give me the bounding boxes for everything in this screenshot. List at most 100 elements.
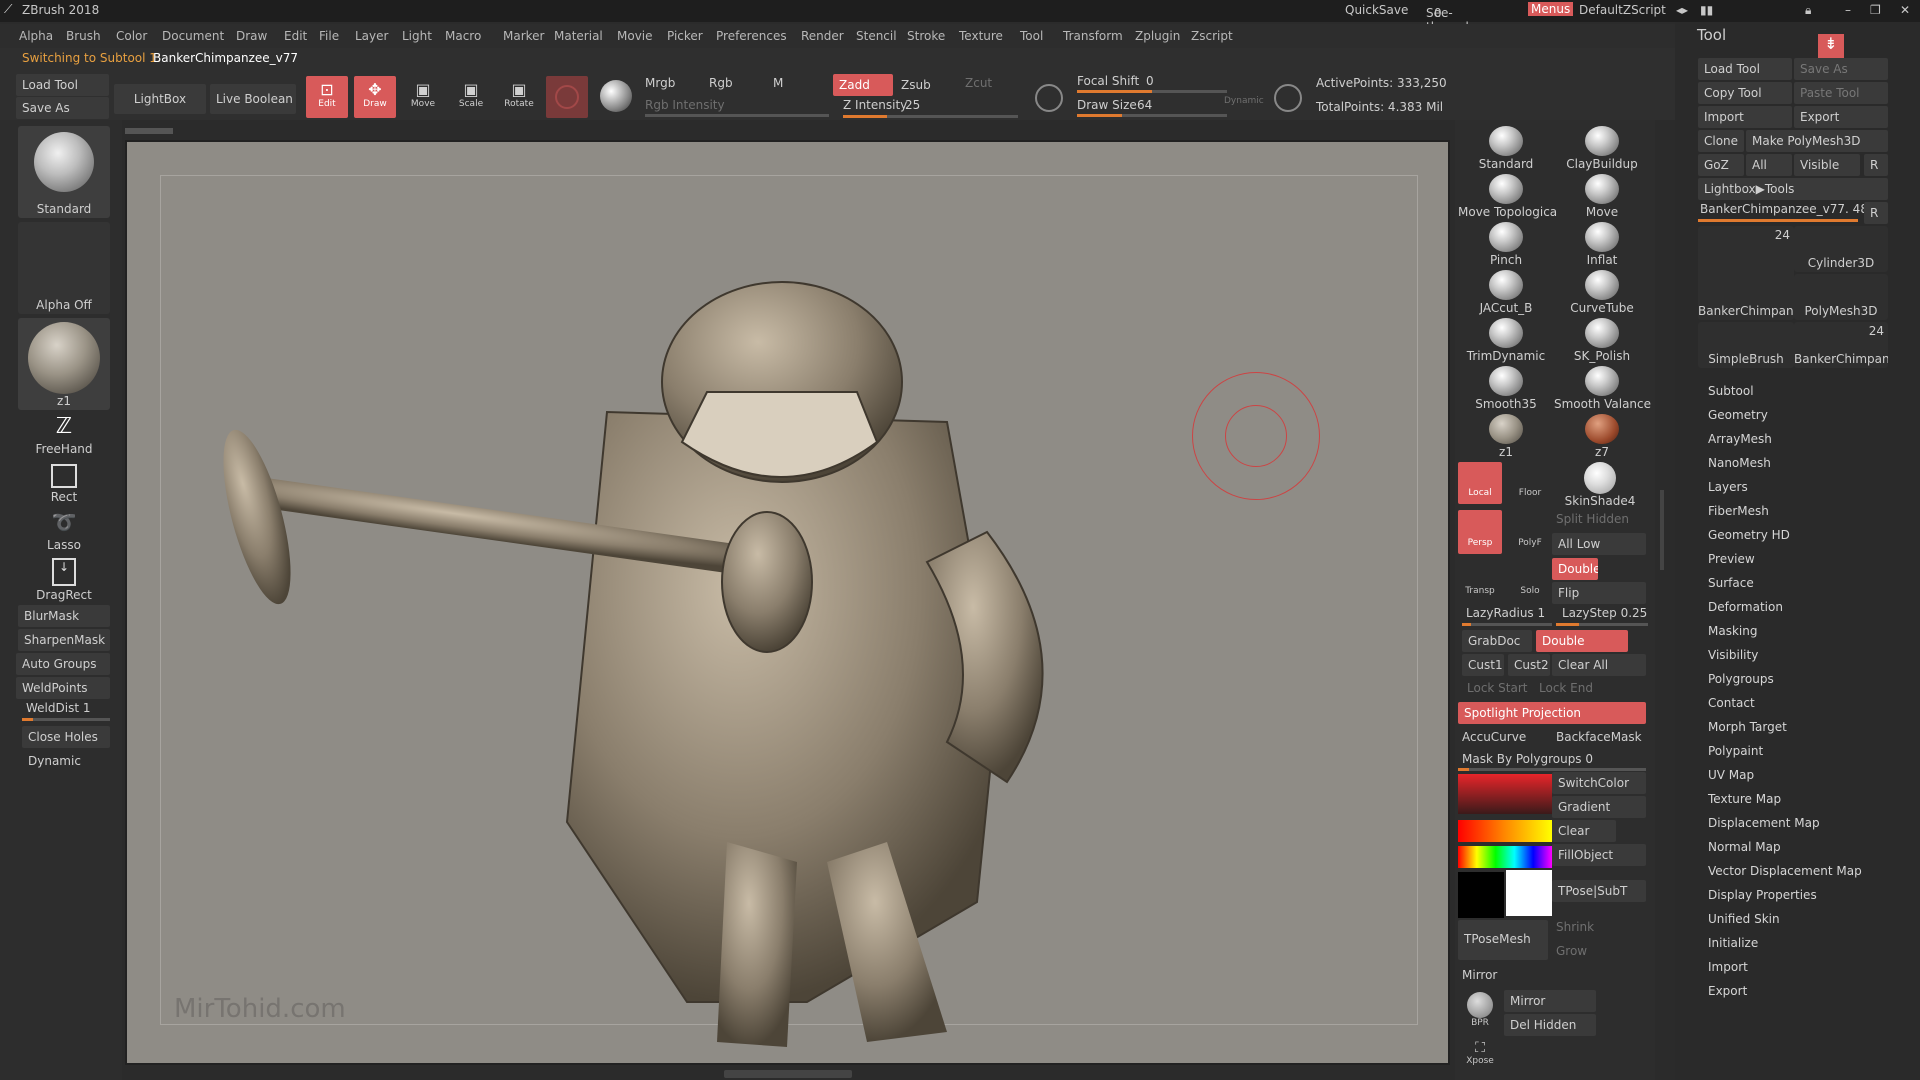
weldpoints-button[interactable]: WeldPoints [16,677,110,699]
dynamic-icon[interactable] [1274,84,1302,112]
subpalette-geometry-hd[interactable]: Geometry HD [1708,528,1790,542]
blurmask-button[interactable]: BlurMask [18,605,110,627]
tool-thumb-simplebrush[interactable]: SimpleBrush [1698,322,1794,368]
menu-brush[interactable]: Brush [66,29,101,43]
lock-end-button[interactable]: Lock End [1539,681,1593,695]
double2-button[interactable]: Double [1536,630,1628,652]
move-button[interactable]: ▣ Move [402,76,444,118]
brush-curvetube[interactable]: CurveTube [1554,268,1650,315]
menu-color[interactable]: Color [116,29,147,43]
canvas-area[interactable]: MirTohid.com [125,140,1450,1065]
skinshade-material[interactable]: SkinShade4 [1554,460,1646,508]
goz-all-button[interactable]: All [1746,154,1792,176]
subpalette-visibility[interactable]: Visibility [1708,648,1758,662]
auto-groups-button[interactable]: Auto Groups [16,653,110,675]
lazy-step-slider[interactable]: LazyStep 0.25 [1556,606,1648,626]
subpalette-preview[interactable]: Preview [1708,552,1755,566]
color-sphere-icon[interactable] [600,80,632,112]
xpose-button[interactable]: ⛶ Xpose [1462,1040,1498,1078]
hue-strip-2[interactable] [1458,846,1552,868]
z-intensity-slider[interactable]: Z Intensity 25 [843,98,1018,118]
menu-picker[interactable]: Picker [667,29,703,43]
subpalette-displacement-map[interactable]: Displacement Map [1708,816,1820,830]
menu-tool[interactable]: Tool [1020,29,1043,43]
subpalette-fibermesh[interactable]: FiberMesh [1708,504,1769,518]
subpalette-masking[interactable]: Masking [1708,624,1757,638]
gradient-button[interactable]: Gradient [1552,796,1646,818]
material-swatch-button[interactable] [546,76,588,118]
brush-z7[interactable]: z7 [1554,412,1650,459]
stroke-freehand[interactable]: ℤ FreeHand [18,414,110,458]
menu-file[interactable]: File [319,29,339,43]
brush-sk-polish[interactable]: SK_Polish [1554,316,1650,363]
tool-save-as-button[interactable]: Save As [1794,58,1888,80]
tool-import-button[interactable]: Import [1698,106,1792,128]
zcut-button[interactable]: Zcut [965,76,992,90]
material-selector[interactable]: z1 [18,318,110,410]
canvas-scroll-handle[interactable] [125,128,173,134]
focal-shift-slider[interactable]: Focal Shift 0 [1077,74,1227,94]
tool-load-button[interactable]: Load Tool [1698,58,1792,80]
menu-movie[interactable]: Movie [617,29,653,43]
subpalette-normal-map[interactable]: Normal Map [1708,840,1781,854]
save-as-button[interactable]: Save As [16,97,109,119]
menu-preferences[interactable]: Preferences [716,29,787,43]
clear-all-button[interactable]: Clear All [1552,654,1646,676]
lock-icon[interactable]: 🔒︎ [1805,3,1811,18]
load-tool-button[interactable]: Load Tool [16,74,109,96]
double-button[interactable]: Double [1552,558,1598,580]
subpalette-polypaint[interactable]: Polypaint [1708,744,1763,758]
rgb-intensity-track[interactable] [645,114,829,117]
subpalette-geometry[interactable]: Geometry [1708,408,1768,422]
shrink-button[interactable]: Shrink [1556,920,1594,934]
persp-button[interactable]: Persp [1458,510,1502,554]
alpha-selector[interactable]: Alpha Off [18,222,110,314]
tool-thumb-bankerchimpanz[interactable]: BankerChimpanz 24 [1698,226,1794,320]
edit-button[interactable]: ⊡ Edit [306,76,348,118]
zsub-button[interactable]: Zsub [901,78,931,92]
mask-by-polygroups-slider[interactable]: Mask By Polygroups 0 [1458,752,1646,771]
default-zscript-button[interactable]: DefaultZScript [1579,3,1666,17]
dynamic-left-button[interactable]: Dynamic [22,750,110,772]
brush-selector[interactable]: Standard [18,126,110,218]
subpalette-subtool[interactable]: Subtool [1708,384,1754,398]
lightbox-button[interactable]: LightBox [114,84,206,114]
brush-pinch[interactable]: Pinch [1458,220,1554,267]
lasso-selection[interactable]: ➰ Lasso [18,510,110,554]
brush-smooth-valance[interactable]: Smooth Valance [1554,364,1651,411]
grow-button[interactable]: Grow [1556,944,1587,958]
subpalette-contact[interactable]: Contact [1708,696,1755,710]
menu-draw[interactable]: Draw [236,29,267,43]
menu-light[interactable]: Light [402,29,432,43]
menu-transform[interactable]: Transform [1063,29,1123,43]
brush-claybuildup[interactable]: ClayBuildup [1554,124,1650,171]
all-low-button[interactable]: All Low [1552,533,1646,555]
draw-button[interactable]: ✥ Draw [354,76,396,118]
bottom-tray-handle[interactable] [724,1070,852,1078]
copy-tool-button[interactable]: Copy Tool [1698,82,1792,104]
zadd-button[interactable]: Zadd [833,74,893,96]
brush-inflat[interactable]: Inflat [1554,220,1650,267]
spotlight-projection-button[interactable]: Spotlight Projection [1458,702,1646,724]
local-button[interactable]: Local [1458,462,1502,504]
paste-tool-button[interactable]: Paste Tool [1794,82,1888,104]
menu-material[interactable]: Material [554,29,603,43]
menu-stroke[interactable]: Stroke [907,29,945,43]
dragrect-selection[interactable]: ↓ DragRect [18,558,110,602]
menu-layer[interactable]: Layer [355,29,388,43]
menu-macro[interactable]: Macro [445,29,481,43]
make-polymesh-button[interactable]: Make PolyMesh3D [1746,130,1888,152]
brush-z1[interactable]: z1 [1458,412,1554,459]
floor-button[interactable]: Floor [1508,462,1552,504]
subpalette-uv-map[interactable]: UV Map [1708,768,1754,782]
subpalette-deformation[interactable]: Deformation [1708,600,1783,614]
tool-export-button[interactable]: Export [1794,106,1888,128]
fillobject-button[interactable]: FillObject [1552,844,1646,866]
rotate-button[interactable]: ▣ Rotate [498,76,540,118]
backfacemask-button[interactable]: BackfaceMask [1556,730,1642,744]
mrgb-button[interactable]: Mrgb [645,76,675,90]
tpose-subt-button[interactable]: TPose|SubT [1552,880,1646,902]
clone-button[interactable]: Clone [1698,130,1744,152]
focal-shift-icon[interactable] [1035,84,1063,112]
subpalette-import[interactable]: Import [1708,960,1748,974]
